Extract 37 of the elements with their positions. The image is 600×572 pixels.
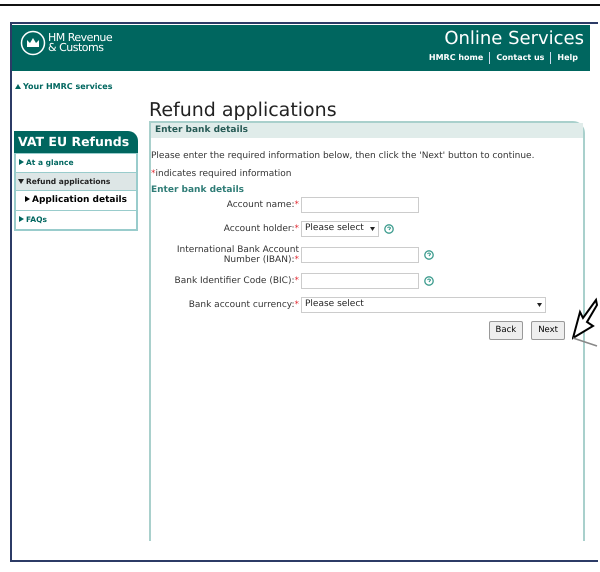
caret-icon	[18, 159, 24, 166]
logo-text: & Customs	[48, 43, 104, 53]
input-field[interactable]	[301, 197, 419, 213]
crown-icon	[20, 30, 46, 56]
input-field[interactable]	[301, 247, 419, 263]
input-field[interactable]	[301, 273, 419, 289]
field-label: International Bank Account Number (IBAN):*	[176, 245, 300, 265]
caret-icon	[18, 216, 24, 222]
field-label: Account holder:*	[222, 224, 300, 234]
help-icon[interactable]	[384, 224, 394, 234]
field-label: Bank account currency:*	[188, 300, 300, 310]
form-button[interactable]: Next	[531, 321, 565, 340]
field-label: Bank Identifier Code (BIC):*	[174, 276, 300, 286]
help-icon[interactable]	[424, 250, 434, 260]
caret-icon	[15, 83, 21, 89]
help-icon[interactable]	[424, 276, 434, 286]
sidebar-item[interactable]: Application details	[16, 190, 136, 210]
required-note: *indicates required information	[151, 168, 293, 180]
caret-icon	[370, 227, 375, 231]
dropdown[interactable]: Please select	[301, 221, 379, 237]
caret-icon	[24, 196, 30, 202]
header-link[interactable]: HMRC home	[422, 52, 490, 64]
header-link[interactable]: Contact us	[489, 52, 550, 64]
intro-text: Please enter the required information below, then click the 'Next' button to continue.	[151, 150, 536, 163]
back-link[interactable]: Your HMRC services	[15, 81, 112, 93]
dropdown[interactable]: Please select	[301, 297, 546, 313]
section-heading: Enter bank details	[151, 185, 246, 195]
header-link[interactable]: Help	[550, 52, 584, 64]
caret-icon	[537, 303, 542, 307]
panel-title: Enter bank details	[151, 122, 583, 138]
sidebar-title: VAT EU Refunds	[14, 130, 138, 154]
caret-icon	[18, 178, 24, 184]
form-button[interactable]: Back	[488, 321, 524, 340]
page-title: Refund applications	[149, 98, 338, 120]
site-title: Online Services	[443, 29, 584, 49]
logo-text: HM Revenue	[48, 33, 112, 43]
field-label: Account name:*	[226, 200, 300, 210]
